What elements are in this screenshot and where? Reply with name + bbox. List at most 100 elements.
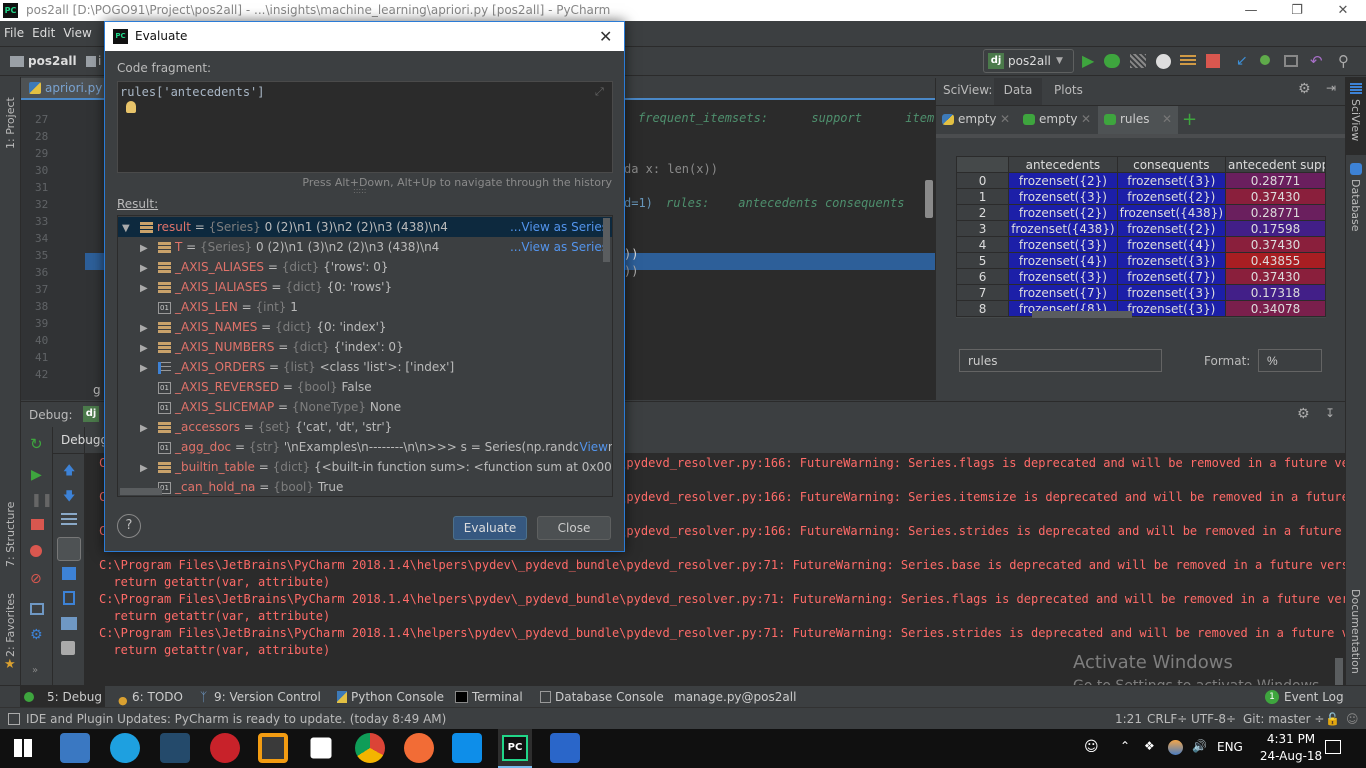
data-tab-empty[interactable]: empty ✕ xyxy=(1017,106,1097,134)
tree-row[interactable]: ▶ _AXIS_NUMBERS = {dict} {'index': 0} xyxy=(118,337,612,357)
tool-tab-python-console[interactable]: Python Console xyxy=(351,686,444,708)
coverage-icon[interactable] xyxy=(1130,54,1146,68)
column-header[interactable]: consequents xyxy=(1116,156,1227,173)
down-arrow-icon[interactable]: 🡇 xyxy=(63,487,75,508)
breadcrumb-next[interactable]: i xyxy=(98,47,101,75)
dialog-close-icon[interactable]: ✕ xyxy=(599,22,612,51)
dataframe-viewer[interactable]: antecedentsconsequentsantecedent support… xyxy=(956,156,1326,318)
resume-icon[interactable]: ▶ xyxy=(31,467,42,483)
pycharm-taskbar-button[interactable]: PC xyxy=(498,729,532,768)
cell-antecedents[interactable]: frozenset({438}) xyxy=(1008,220,1118,237)
toggle-tool-windows-icon[interactable] xyxy=(8,713,20,725)
table-row[interactable]: 4 frozenset({3}) frozenset({4}) 0.37430 xyxy=(956,236,1326,253)
cell-antecedent-support[interactable]: 0.28771 xyxy=(1225,204,1326,221)
mute-breakpoints-icon[interactable]: ⊘ xyxy=(30,571,42,587)
vcs-commit-icon[interactable] xyxy=(1260,55,1270,65)
print-icon[interactable] xyxy=(62,567,76,580)
language-indicator[interactable]: ENG xyxy=(1217,740,1243,754)
search-icon[interactable]: ⚲ xyxy=(1338,47,1349,75)
clock-date[interactable]: 24-Aug-18 xyxy=(1256,749,1326,763)
tool-tab-debug[interactable]: 5: Debug xyxy=(47,686,102,708)
view-link[interactable]: View xyxy=(577,437,608,457)
maximize-button[interactable]: ❐ xyxy=(1274,0,1320,21)
cell-antecedents[interactable]: frozenset({3}) xyxy=(1008,236,1118,253)
caret-position[interactable]: 1:21 xyxy=(1115,708,1142,730)
menu-file[interactable]: File xyxy=(0,26,28,40)
tree-vertical-scrollbar[interactable] xyxy=(603,218,610,262)
expand-toggle-icon[interactable]: ▶ xyxy=(140,319,158,339)
tab-data[interactable]: Data xyxy=(994,78,1042,105)
table-row[interactable]: 2 frozenset({2}) frozenset({438}) 0.28771 xyxy=(956,204,1326,221)
editor-scrollbar[interactable] xyxy=(925,180,933,218)
up-arrow-icon[interactable]: 🡅 xyxy=(63,461,75,482)
documentation-tool-button[interactable]: Documentation xyxy=(1349,589,1362,674)
tree-row[interactable]: ▶ _builtin_table = {dict} {<built-in func… xyxy=(118,457,612,477)
evaluate-button[interactable]: Evaluate xyxy=(453,516,527,540)
table-row[interactable]: 3 frozenset({438}) frozenset({2}) 0.17598 xyxy=(956,220,1326,237)
data-tab-empty[interactable]: empty ✕ xyxy=(936,106,1016,134)
vcs-update-icon[interactable]: ↙ xyxy=(1236,47,1248,75)
people-icon[interactable]: ☺ xyxy=(1084,739,1099,755)
breakpoints-icon[interactable] xyxy=(30,545,42,557)
menu-view[interactable]: View xyxy=(59,26,95,40)
this-pc-icon[interactable] xyxy=(60,733,90,763)
breadcrumb-project[interactable]: pos2all xyxy=(28,47,77,75)
tree-row[interactable]: ▶ _AXIS_IALIASES = {dict} {0: 'rows'} xyxy=(118,277,612,297)
minimize-button[interactable]: — xyxy=(1228,0,1274,21)
cell-antecedent-support[interactable]: 0.17598 xyxy=(1225,220,1326,237)
chrome-icon[interactable] xyxy=(355,733,385,763)
cell-consequents[interactable]: frozenset({3}) xyxy=(1116,172,1227,189)
tree-row[interactable]: ▶ _AXIS_ORDERS = {list} <class 'list'>: [… xyxy=(118,357,612,377)
teamviewer-icon[interactable] xyxy=(452,733,482,763)
expand-toggle-icon[interactable]: ▶ xyxy=(140,359,158,379)
table-horizontal-scrollbar[interactable] xyxy=(1032,311,1132,318)
file-encoding[interactable]: UTF-8÷ xyxy=(1191,708,1236,730)
lock-icon[interactable]: 🔓 xyxy=(1325,708,1340,730)
minimize-panel-icon[interactable]: ↧ xyxy=(1325,406,1335,420)
cell-consequents[interactable]: frozenset({438}) xyxy=(1116,204,1227,221)
status-message[interactable]: IDE and Plugin Updates: PyCharm is ready… xyxy=(26,708,446,730)
tree-row[interactable]: 01 _AXIS_REVERSED = {bool} False xyxy=(118,377,612,397)
collapse-icon[interactable]: ⤢ xyxy=(595,85,604,99)
view-link[interactable]: ...View as Series xyxy=(507,217,608,237)
expand-toggle-icon[interactable]: ▶ xyxy=(140,279,158,299)
pause-icon[interactable]: ❚❚ xyxy=(31,493,53,508)
format-input[interactable] xyxy=(1258,349,1322,372)
tree-row[interactable]: ▶ _accessors = {set} {'cat', 'dt', 'str'} xyxy=(118,417,612,437)
tree-horizontal-scrollbar[interactable] xyxy=(120,488,162,495)
expand-toggle-icon[interactable]: ▶ xyxy=(140,259,158,279)
tree-row[interactable]: ▶ T = {Series} 0 (2)\n1 (3)\n2 (2)\n3 (43… xyxy=(118,237,612,257)
cell-antecedent-support[interactable]: 0.37430 xyxy=(1225,268,1326,285)
data-tab-rules[interactable]: rules ✕ xyxy=(1098,106,1178,134)
inspector-icon[interactable]: ☺ xyxy=(1346,708,1359,730)
structure-tool-button[interactable]: 7: Structure xyxy=(4,502,17,567)
skype-icon[interactable] xyxy=(110,733,140,763)
cell-antecedent-support[interactable]: 0.37430 xyxy=(1225,188,1326,205)
table-row[interactable]: 7 frozenset({7}) frozenset({3}) 0.17318 xyxy=(956,284,1326,301)
cell-antecedent-support[interactable]: 0.28771 xyxy=(1225,172,1326,189)
windows-start-icon[interactable] xyxy=(14,739,32,757)
scroll-to-end-icon[interactable] xyxy=(57,537,81,561)
table-row[interactable]: 6 frozenset({3}) frozenset({7}) 0.37430 xyxy=(956,268,1326,285)
line-separator[interactable]: CRLF÷ xyxy=(1147,708,1187,730)
view-link[interactable]: ...View as Series xyxy=(507,237,608,257)
tree-row[interactable]: ▼ result = {Series} 0 (2)\n1 (3)\n2 (2)\n… xyxy=(118,217,612,237)
hide-panel-icon[interactable]: ⇥ xyxy=(1326,81,1336,95)
cell-antecedent-support[interactable]: 0.43855 xyxy=(1225,252,1326,269)
splitter-handle[interactable]: ::::: xyxy=(353,186,366,195)
vcs-history-icon[interactable] xyxy=(1284,55,1298,67)
expand-toggle-icon[interactable]: ▶ xyxy=(140,459,158,479)
cell-consequents[interactable]: frozenset({3}) xyxy=(1116,300,1227,317)
editor-tab[interactable]: apriori.py xyxy=(21,78,106,98)
action-center-icon[interactable] xyxy=(1325,740,1341,754)
history-icon[interactable] xyxy=(61,641,75,655)
cell-consequents[interactable]: frozenset({2}) xyxy=(1116,220,1227,237)
tree-row[interactable]: 01 _can_hold_na = {bool} True xyxy=(118,477,612,496)
tool-tab-terminal[interactable]: Terminal xyxy=(472,686,523,708)
run-icon[interactable]: ▶ xyxy=(1082,47,1094,75)
console-scrollbar[interactable] xyxy=(1335,658,1343,686)
cell-consequents[interactable]: frozenset({3}) xyxy=(1116,252,1227,269)
tool-tab-todo[interactable]: 6: TODO xyxy=(132,686,183,708)
expand-toggle-icon[interactable]: ▶ xyxy=(140,239,158,259)
favorites-tool-button[interactable]: 2: Favorites xyxy=(4,593,17,657)
